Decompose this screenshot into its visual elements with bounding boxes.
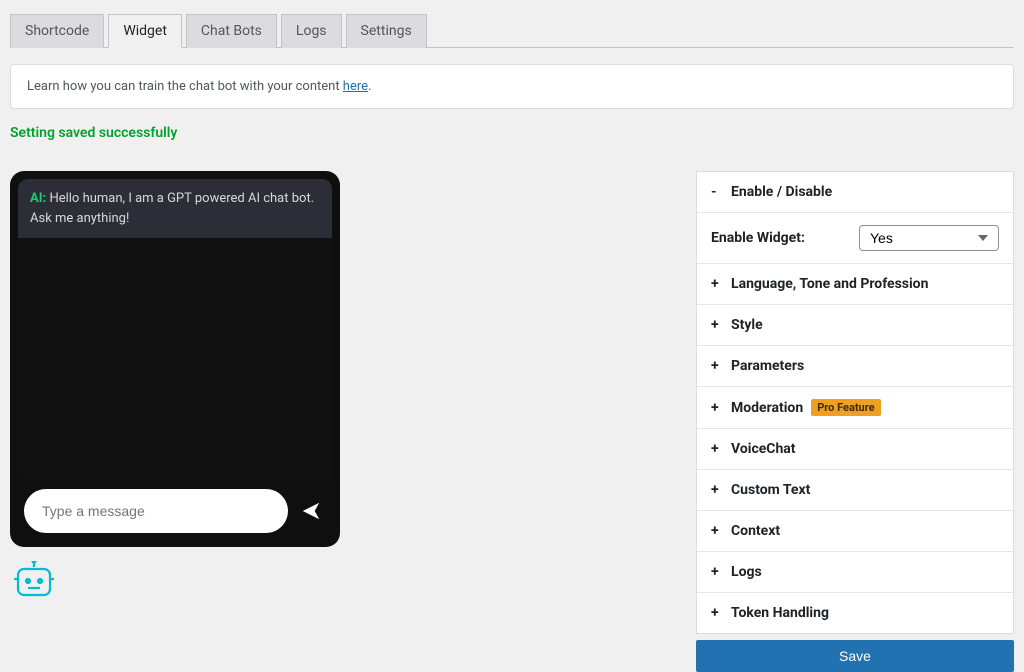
- send-icon: [300, 500, 322, 522]
- ai-label: AI:: [30, 191, 46, 206]
- info-text-suffix: .: [368, 79, 371, 94]
- section-title: Moderation: [731, 400, 803, 416]
- tab-shortcode[interactable]: Shortcode: [10, 14, 104, 48]
- expand-icon: +: [711, 482, 723, 498]
- tab-widget[interactable]: Widget: [108, 14, 182, 48]
- section-title: Style: [731, 317, 763, 333]
- chat-body: [18, 238, 332, 479]
- bot-icon: [10, 561, 58, 601]
- section-style[interactable]: + Style: [697, 305, 1013, 346]
- tab-chatbots[interactable]: Chat Bots: [186, 14, 277, 48]
- info-banner: Learn how you can train the chat bot wit…: [10, 64, 1014, 109]
- send-button[interactable]: [296, 496, 326, 526]
- expand-icon: +: [711, 605, 723, 621]
- info-link[interactable]: here: [343, 79, 368, 94]
- section-title: VoiceChat: [731, 441, 796, 457]
- section-token-handling[interactable]: + Token Handling: [697, 593, 1013, 633]
- section-language[interactable]: + Language, Tone and Profession: [697, 264, 1013, 305]
- section-moderation[interactable]: + Moderation Pro Feature: [697, 387, 1013, 429]
- enable-widget-label: Enable Widget:: [711, 230, 805, 246]
- expand-icon: +: [711, 317, 723, 333]
- success-message: Setting saved successfully: [10, 125, 1014, 141]
- info-text-prefix: Learn how you can train the chat bot wit…: [27, 79, 343, 94]
- section-parameters[interactable]: + Parameters: [697, 346, 1013, 387]
- chat-widget: AI: Hello human, I am a GPT powered AI c…: [10, 171, 340, 547]
- collapse-icon: -: [711, 184, 723, 200]
- section-title: Token Handling: [731, 605, 829, 621]
- tab-logs[interactable]: Logs: [281, 14, 342, 48]
- pro-badge: Pro Feature: [811, 399, 880, 416]
- section-voicechat[interactable]: + VoiceChat: [697, 429, 1013, 470]
- greeting-text: Hello human, I am a GPT powered AI chat …: [30, 191, 314, 226]
- enable-widget-select[interactable]: Yes: [859, 225, 999, 251]
- section-logs[interactable]: + Logs: [697, 552, 1013, 593]
- chat-input-row: [18, 479, 332, 539]
- settings-panel: - Enable / Disable Enable Widget: Yes + …: [696, 171, 1014, 634]
- section-context[interactable]: + Context: [697, 511, 1013, 552]
- expand-icon: +: [711, 564, 723, 580]
- section-enable-disable[interactable]: - Enable / Disable: [697, 172, 1013, 213]
- chat-greeting: AI: Hello human, I am a GPT powered AI c…: [18, 179, 332, 238]
- section-title: Context: [731, 523, 780, 539]
- section-title: Enable / Disable: [731, 184, 832, 200]
- expand-icon: +: [711, 276, 723, 292]
- expand-icon: +: [711, 400, 723, 416]
- section-title: Language, Tone and Profession: [731, 276, 928, 292]
- enable-widget-row: Enable Widget: Yes: [697, 213, 1013, 264]
- tab-settings[interactable]: Settings: [346, 14, 427, 48]
- expand-icon: +: [711, 358, 723, 374]
- section-title: Custom Text: [731, 482, 810, 498]
- tab-bar: Shortcode Widget Chat Bots Logs Settings: [10, 14, 1014, 48]
- section-title: Logs: [731, 564, 762, 580]
- expand-icon: +: [711, 523, 723, 539]
- section-custom-text[interactable]: + Custom Text: [697, 470, 1013, 511]
- section-title: Parameters: [731, 358, 804, 374]
- expand-icon: +: [711, 441, 723, 457]
- save-button[interactable]: Save: [696, 640, 1014, 672]
- chat-input[interactable]: [24, 489, 288, 533]
